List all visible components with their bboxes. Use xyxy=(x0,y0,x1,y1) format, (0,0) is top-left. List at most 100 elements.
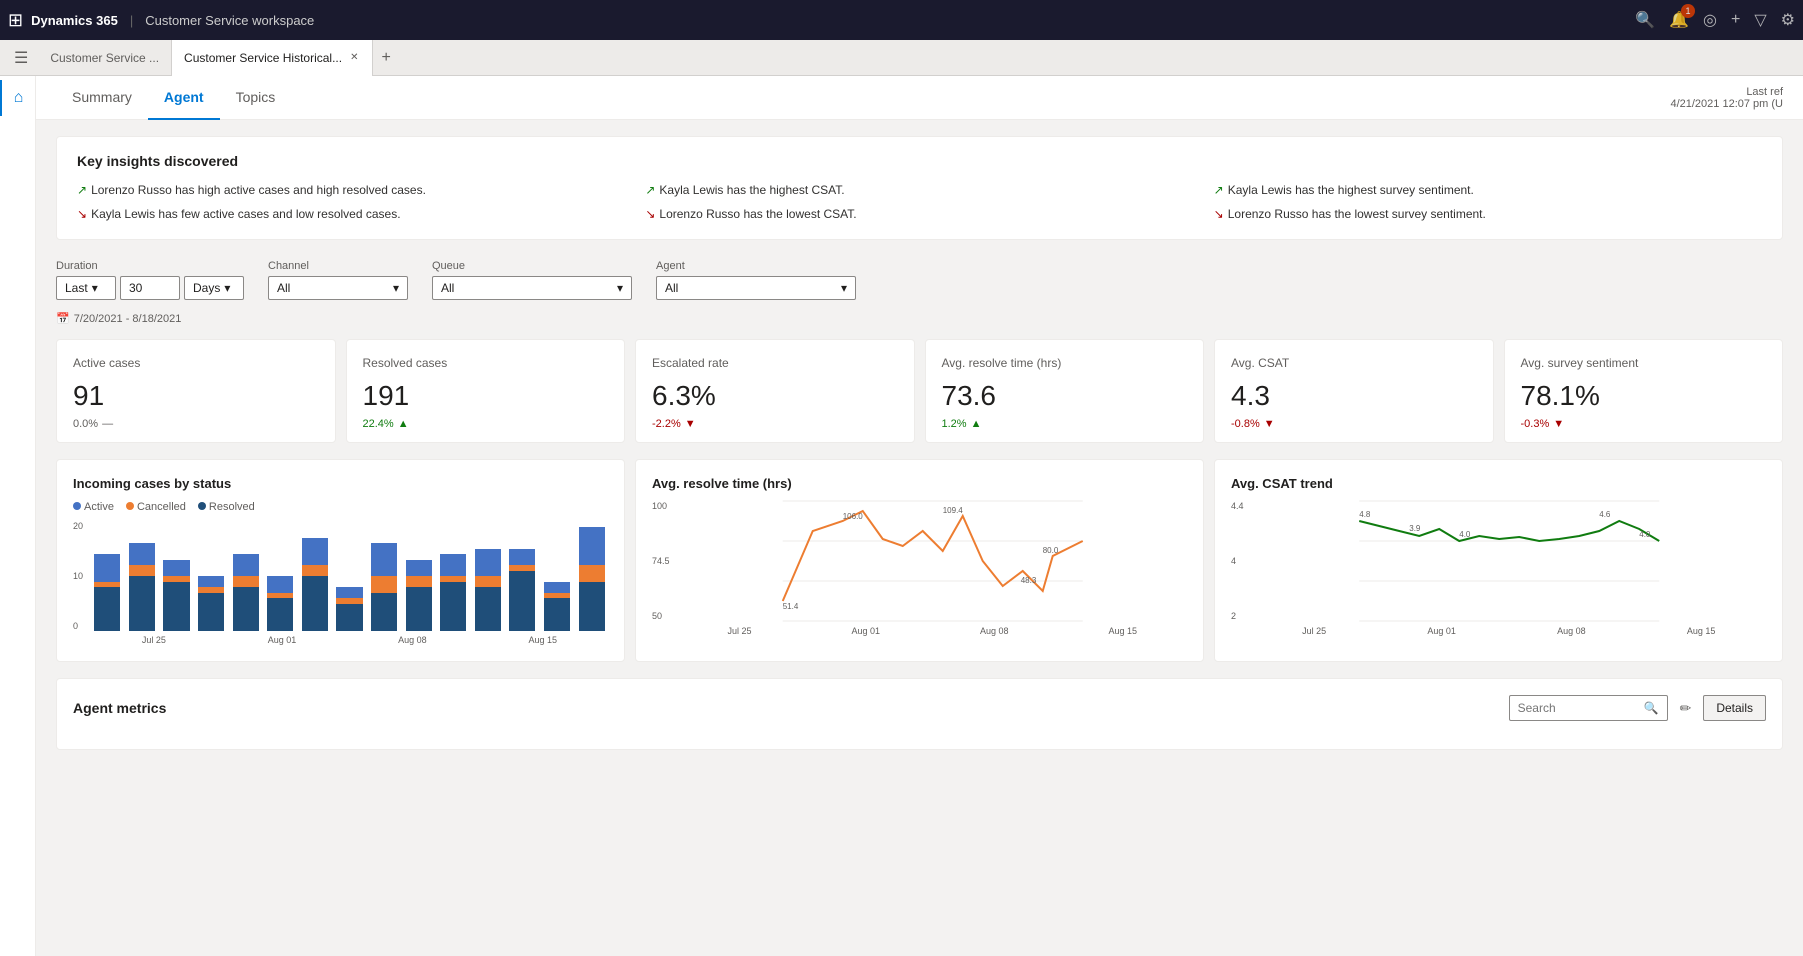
incoming-cases-chart: Incoming cases by status Active Cancelle… xyxy=(56,459,625,662)
channel-label: Channel xyxy=(268,260,408,272)
bar-group xyxy=(333,587,366,631)
queue-select[interactable]: All ▾ xyxy=(432,276,632,300)
search-input[interactable] xyxy=(1518,701,1638,715)
apps-icon[interactable]: ⊞ xyxy=(8,10,23,31)
hamburger-icon[interactable]: ☰ xyxy=(4,48,38,68)
settings-icon[interactable]: ⚙ xyxy=(1781,10,1795,30)
bar-segment xyxy=(579,527,605,566)
y-axis-labels: 100 74.5 50 xyxy=(652,501,674,621)
tab-label: Customer Service Historical... xyxy=(184,51,342,65)
duration-unit-select[interactable]: Days ▾ xyxy=(184,276,244,300)
kpi-row: Active cases 91 0.0% — Resolved cases 19… xyxy=(56,339,1783,443)
svg-text:4.8: 4.8 xyxy=(1359,510,1371,519)
bar-segment xyxy=(440,554,466,576)
svg-text:80.0: 80.0 xyxy=(1042,546,1058,555)
svg-text:4.0: 4.0 xyxy=(1639,530,1651,539)
add-icon[interactable]: + xyxy=(1731,11,1740,29)
bar-group xyxy=(541,582,574,632)
tab-summary[interactable]: Summary xyxy=(56,76,148,120)
duration-num-select[interactable]: 30 xyxy=(120,276,180,300)
agent-label: Agent xyxy=(656,260,856,272)
resolve-time-svg: 51.4 106.0 109.4 48.3 80.0 xyxy=(678,501,1187,621)
bar-segment xyxy=(509,571,535,632)
svg-text:106.0: 106.0 xyxy=(842,512,863,521)
search-box[interactable]: 🔍 xyxy=(1509,695,1668,721)
bar-segment xyxy=(94,587,120,631)
sidebar-home-icon[interactable]: ⌂ xyxy=(0,80,36,116)
bar-group xyxy=(575,527,608,632)
bar-segment xyxy=(302,538,328,566)
incoming-cases-title: Incoming cases by status xyxy=(73,476,608,491)
bar-segment xyxy=(267,598,293,631)
close-icon[interactable]: ✕ xyxy=(348,50,360,65)
search-icon[interactable]: 🔍 xyxy=(1635,10,1655,30)
bar-segment xyxy=(406,576,432,587)
agent-select[interactable]: All ▾ xyxy=(656,276,856,300)
insight-item: ↗ Lorenzo Russo has high active cases an… xyxy=(77,181,625,199)
duration-label: Duration xyxy=(56,260,244,272)
agent-metrics-actions: 🔍 ✏ Details xyxy=(1509,695,1766,721)
bar-group xyxy=(368,543,401,631)
bar-segment xyxy=(475,576,501,587)
x-axis-labels: Jul 25 Aug 01 Aug 08 Aug 15 xyxy=(678,626,1187,636)
last-refresh: Last ref 4/21/2021 12:07 pm (U xyxy=(1670,86,1783,110)
search-icon: 🔍 xyxy=(1644,701,1659,715)
kpi-avg-csat: Avg. CSAT 4.3 -0.8% ▼ xyxy=(1214,339,1494,443)
top-nav: ⊞ Dynamics 365 | Customer Service worksp… xyxy=(0,0,1803,40)
agent-metrics-header: Agent metrics 🔍 ✏ Details xyxy=(73,695,1766,721)
channel-filter: Channel All ▾ xyxy=(268,260,408,300)
main-content: Summary Agent Topics Last ref 4/21/2021 … xyxy=(36,76,1803,956)
bar-segment xyxy=(302,576,328,631)
details-button[interactable]: Details xyxy=(1703,695,1766,721)
bar-group xyxy=(195,576,228,631)
bar-segment xyxy=(406,587,432,631)
kpi-escalated-rate: Escalated rate 6.3% -2.2% ▼ xyxy=(635,339,915,443)
bar-segment xyxy=(544,582,570,593)
duration-last-select[interactable]: Last ▾ xyxy=(56,276,116,300)
body-wrap: ⌂ Summary Agent Topics Last ref 4/21/202… xyxy=(0,76,1803,956)
bar-segment xyxy=(233,576,259,587)
bar-segment xyxy=(163,582,189,632)
insight-item: ↘ Kayla Lewis has few active cases and l… xyxy=(77,205,625,223)
insights-grid: ↗ Lorenzo Russo has high active cases an… xyxy=(77,181,1762,223)
top-nav-actions: 🔍 🔔 1 ◎ + ▽ ⚙ xyxy=(1635,10,1795,30)
bar-segment xyxy=(233,554,259,576)
tab-historical[interactable]: Customer Service Historical... ✕ xyxy=(172,40,373,76)
bar-group xyxy=(472,549,505,632)
new-tab-icon[interactable]: + xyxy=(373,49,398,67)
bar-group xyxy=(506,549,539,632)
content-area: Key insights discovered ↗ Lorenzo Russo … xyxy=(36,120,1803,766)
y-axis-labels: 20 10 0 xyxy=(73,521,87,631)
queue-filter: Queue All ▾ xyxy=(432,260,632,300)
kpi-avg-resolve-time: Avg. resolve time (hrs) 73.6 1.2% ▲ xyxy=(925,339,1205,443)
kpi-active-cases: Active cases 91 0.0% — xyxy=(56,339,336,443)
csat-trend-title: Avg. CSAT trend xyxy=(1231,476,1766,491)
bar-segment xyxy=(544,598,570,631)
insight-item: ↗ Kayla Lewis has the highest survey sen… xyxy=(1214,181,1762,199)
bar-group xyxy=(402,560,435,632)
notification-icon[interactable]: 🔔 1 xyxy=(1669,10,1689,30)
tab-bar: ☰ Customer Service ... Customer Service … xyxy=(0,40,1803,76)
tab-agent[interactable]: Agent xyxy=(148,76,220,120)
bar-segment xyxy=(198,576,224,587)
bar-segment xyxy=(163,560,189,577)
channel-select[interactable]: All ▾ xyxy=(268,276,408,300)
x-axis-labels: Jul 25 Aug 01 Aug 08 Aug 15 xyxy=(91,635,608,645)
filter-icon[interactable]: ▽ xyxy=(1754,10,1766,30)
chart-legend: Active Cancelled Resolved xyxy=(73,501,608,513)
bar-segment xyxy=(233,587,259,631)
target-icon[interactable]: ◎ xyxy=(1703,10,1717,30)
sub-nav: Summary Agent Topics Last ref 4/21/2021 … xyxy=(36,76,1803,120)
edit-icon[interactable]: ✏ xyxy=(1676,696,1696,721)
csat-svg: 4.8 3.9 4.0 4.6 4.0 xyxy=(1252,501,1766,621)
tab-customer-service[interactable]: Customer Service ... xyxy=(38,40,172,76)
bar-group xyxy=(160,560,193,632)
bar-group xyxy=(437,554,470,631)
tab-topics[interactable]: Topics xyxy=(220,76,292,120)
bar-chart xyxy=(91,521,608,631)
sidebar: ⌂ xyxy=(0,76,36,956)
bar-segment xyxy=(509,549,535,566)
filters-row: Duration Last ▾ 30 Days ▾ xyxy=(56,260,1783,300)
bar-group xyxy=(91,554,124,631)
insight-item: ↘ Lorenzo Russo has the lowest CSAT. xyxy=(645,205,1193,223)
